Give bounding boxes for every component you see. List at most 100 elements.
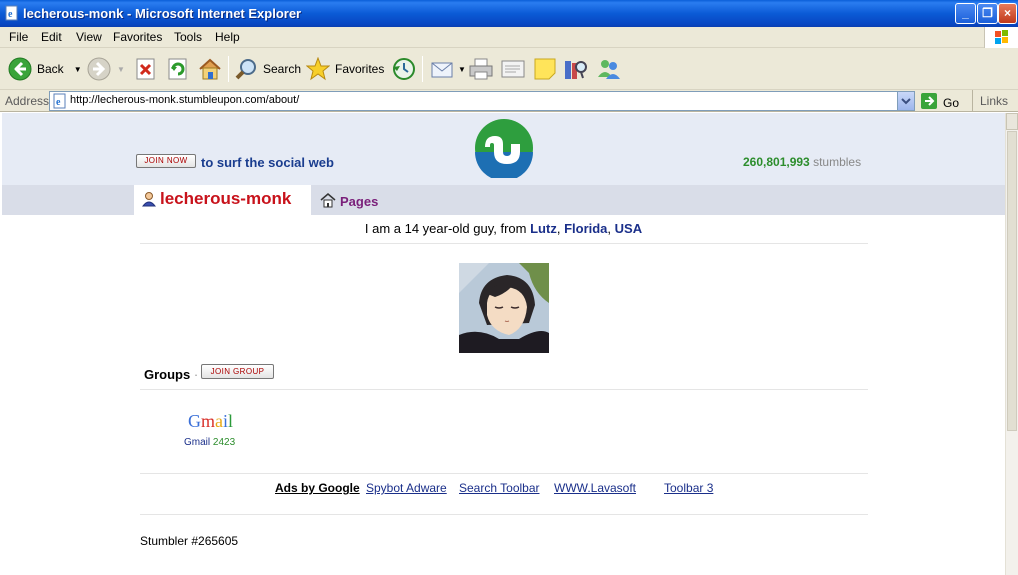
refresh-button[interactable] (167, 55, 189, 83)
gmail-logo-icon[interactable]: Gmail (188, 411, 233, 432)
stop-icon (135, 57, 157, 81)
discuss-button[interactable] (533, 55, 557, 83)
ad-link[interactable]: Spybot Adware (366, 481, 447, 495)
home-button[interactable] (197, 55, 223, 83)
divider (140, 514, 868, 515)
scroll-thumb[interactable] (1007, 131, 1017, 431)
ie-page-icon: e (4, 5, 20, 21)
minimize-button[interactable]: _ (955, 3, 976, 24)
back-button[interactable]: Back ▼ (8, 55, 82, 83)
stumbles-label: stumbles (813, 155, 862, 169)
ad-link[interactable]: WWW.Lavasoft (554, 481, 636, 495)
messenger-button[interactable] (596, 55, 622, 83)
stumbler-number: Stumbler #265605 (140, 534, 239, 548)
toolbar-separator (422, 56, 423, 82)
title-bar: e lecherous-monk - Microsoft Internet Ex… (0, 0, 1018, 27)
stumbleupon-header: JOIN NOW to surf the social web 260,801,… (2, 113, 1005, 185)
menu-favorites[interactable]: Favorites (113, 30, 162, 44)
printer-icon (468, 57, 494, 81)
browser-window: e lecherous-monk - Microsoft Internet Ex… (0, 0, 1018, 575)
svg-text:e: e (8, 9, 13, 20)
group-name: Gmail (184, 437, 211, 448)
windows-flag-icon (984, 27, 1018, 48)
search-button[interactable]: Search (234, 55, 301, 83)
ad-link[interactable]: Toolbar 3 (664, 481, 713, 495)
refresh-icon (167, 57, 189, 81)
favorites-star-icon (306, 57, 330, 81)
print-button[interactable] (468, 55, 494, 83)
home-icon (197, 57, 223, 81)
stop-button[interactable] (135, 55, 157, 83)
groups-heading: Groups · (144, 367, 198, 382)
stumbleupon-logo-icon[interactable] (474, 118, 534, 181)
forward-button[interactable]: ▼ (87, 55, 125, 83)
home-outline-icon (320, 192, 336, 211)
messenger-people-icon (596, 57, 622, 81)
menu-edit[interactable]: Edit (41, 30, 62, 44)
user-bio: I am a 14 year-old guy, from Lutz, Flori… (364, 221, 643, 236)
mail-button[interactable]: ▼ (430, 55, 466, 83)
join-group-button[interactable]: JOIN GROUP (201, 364, 274, 379)
bio-text: I am a 14 year-old guy, from (364, 221, 527, 236)
address-dropdown-button[interactable] (897, 92, 914, 110)
toolbar-separator (228, 56, 229, 82)
svg-text:e: e (56, 97, 61, 108)
back-arrow-icon (8, 57, 32, 81)
history-button[interactable] (391, 55, 417, 83)
separator-dot: · (193, 367, 199, 382)
address-input[interactable]: e http://lecherous-monk.stumbleupon.com/… (49, 91, 915, 111)
user-person-icon (141, 191, 157, 210)
back-label: Back (37, 62, 64, 76)
restore-button[interactable]: ❐ (977, 3, 998, 24)
menu-bar: File Edit View Favorites Tools Help (0, 27, 1018, 48)
group-gmail[interactable]: Gmail 2423 (184, 437, 235, 448)
sticky-note-icon (533, 57, 557, 81)
profile-tabs: lecherous-monk Pages (2, 185, 1005, 215)
surf-tagline[interactable]: to surf the social web (201, 155, 334, 170)
edit-button[interactable] (500, 55, 526, 83)
window-title: lecherous-monk - Microsoft Internet Expl… (23, 6, 302, 21)
pages-tab-label: Pages (340, 194, 379, 209)
menu-file[interactable]: File (9, 30, 28, 44)
avatar[interactable] (459, 263, 549, 353)
location-state-link[interactable]: Florida (564, 221, 607, 236)
group-member-count: 2423 (212, 437, 236, 448)
vertical-scrollbar[interactable] (1005, 113, 1018, 575)
history-clock-icon (391, 57, 417, 81)
mail-dropdown-icon[interactable]: ▼ (458, 65, 466, 74)
ads-by-google-link[interactable]: Ads by Google (275, 481, 360, 495)
tab-profile[interactable]: lecherous-monk (134, 185, 311, 215)
page-content: JOIN NOW to surf the social web 260,801,… (2, 113, 1005, 575)
menu-help[interactable]: Help (215, 30, 240, 44)
back-dropdown-icon[interactable]: ▼ (74, 65, 82, 74)
search-label: Search (263, 62, 302, 76)
research-books-icon (563, 57, 587, 81)
forward-dropdown-icon: ▼ (117, 64, 125, 74)
favorites-label: Favorites (335, 62, 385, 76)
ad-link[interactable]: Search Toolbar (459, 481, 540, 495)
menu-view[interactable]: View (76, 30, 102, 44)
join-now-button[interactable]: JOIN NOW (136, 154, 196, 168)
scroll-up-button[interactable] (1006, 113, 1018, 130)
search-magnifier-icon (234, 57, 258, 81)
location-city-link[interactable]: Lutz (530, 221, 557, 236)
go-arrow-icon (920, 92, 938, 113)
links-label: Links (980, 94, 1009, 108)
standard-toolbar: Back ▼ ▼ Search Favorites ▼ (0, 48, 1018, 90)
address-url: http://lecherous-monk.stumbleupon.com/ab… (70, 94, 300, 106)
location-country-link[interactable]: USA (615, 221, 642, 236)
divider (140, 389, 868, 390)
stumbles-count: 260,801,993 (743, 155, 810, 169)
menu-tools[interactable]: Tools (174, 30, 202, 44)
links-toolbar[interactable]: Links » (972, 90, 1018, 122)
go-button[interactable]: Go (920, 92, 959, 113)
research-button[interactable] (563, 55, 587, 83)
address-bar: Address e http://lecherous-monk.stumbleu… (0, 90, 1018, 122)
tab-pages[interactable]: Pages (320, 192, 378, 211)
close-button[interactable]: × (998, 3, 1017, 24)
edit-document-icon (500, 57, 526, 81)
divider (140, 473, 868, 474)
groups-label: Groups (144, 367, 191, 382)
mail-envelope-icon (430, 57, 456, 81)
favorites-button[interactable]: Favorites (306, 55, 384, 83)
